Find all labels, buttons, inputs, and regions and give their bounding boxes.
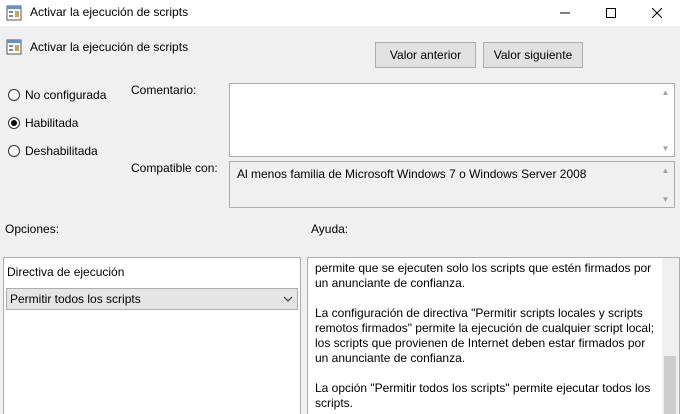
compatible-scrollbar[interactable]: ▲ ▼ [657, 162, 674, 207]
next-setting-button[interactable]: Valor siguiente [483, 42, 583, 68]
policy-window-icon [6, 5, 22, 21]
radio-disabled[interactable]: Deshabilitada [8, 144, 98, 158]
scroll-down-icon[interactable]: ▼ [657, 140, 674, 156]
radio-label: No configurada [25, 88, 107, 102]
scroll-down-icon[interactable]: ▼ [657, 191, 674, 207]
radio-button[interactable] [8, 89, 20, 101]
scroll-up-icon[interactable]: ▲ [657, 84, 674, 100]
dropdown-selected-value: Permitir todos los scripts [10, 292, 141, 306]
execution-policy-dropdown[interactable]: Permitir todos los scripts [6, 288, 298, 310]
radio-not-configured[interactable]: No configurada [8, 88, 106, 102]
radio-label: Habilitada [25, 116, 79, 130]
radio-button[interactable] [8, 117, 20, 129]
window-title: Activar la ejecución de scripts [30, 5, 189, 19]
title-bar: Activar la ejecución de scripts [0, 0, 680, 26]
compatible-textbox: Al menos familia de Microsoft Windows 7 … [229, 161, 675, 208]
scrollbar-thumb[interactable] [664, 356, 676, 414]
policy-setting-icon [6, 39, 22, 55]
help-scrollbar[interactable] [662, 258, 679, 414]
radio-label: Deshabilitada [25, 144, 98, 158]
radio-button[interactable] [8, 145, 20, 157]
maximize-button[interactable] [588, 0, 634, 26]
execution-policy-label: Directiva de ejecución [7, 265, 125, 279]
help-paragraph: La opción "Permitir todos los scripts" p… [315, 381, 651, 410]
comment-label: Comentario: [131, 83, 197, 97]
comment-scrollbar[interactable]: ▲ ▼ [657, 84, 674, 156]
help-panel: permite que se ejecuten solo los scripts… [307, 257, 680, 414]
radio-enabled[interactable]: Habilitada [8, 116, 78, 130]
comment-textarea[interactable]: ▲ ▼ [229, 83, 675, 157]
compatible-label: Compatible con: [131, 161, 218, 175]
help-label: Ayuda: [311, 222, 349, 236]
help-paragraph: permite que se ejecuten solo los scripts… [315, 261, 652, 290]
policy-name: Activar la ejecución de scripts [30, 40, 189, 54]
options-panel: Directiva de ejecución Permitir todos lo… [3, 257, 301, 414]
compatible-value: Al menos familia de Microsoft Windows 7 … [237, 167, 587, 181]
options-label: Opciones: [5, 222, 60, 236]
help-paragraph: La configuración de directiva "Permitir … [315, 306, 655, 365]
chevron-down-icon[interactable] [279, 296, 297, 302]
previous-setting-button[interactable]: Valor anterior [375, 42, 476, 68]
scroll-up-icon[interactable]: ▲ [657, 162, 674, 178]
help-text: permite que se ejecuten solo los scripts… [315, 261, 655, 414]
minimize-button[interactable] [542, 0, 588, 26]
close-button[interactable] [634, 0, 680, 26]
